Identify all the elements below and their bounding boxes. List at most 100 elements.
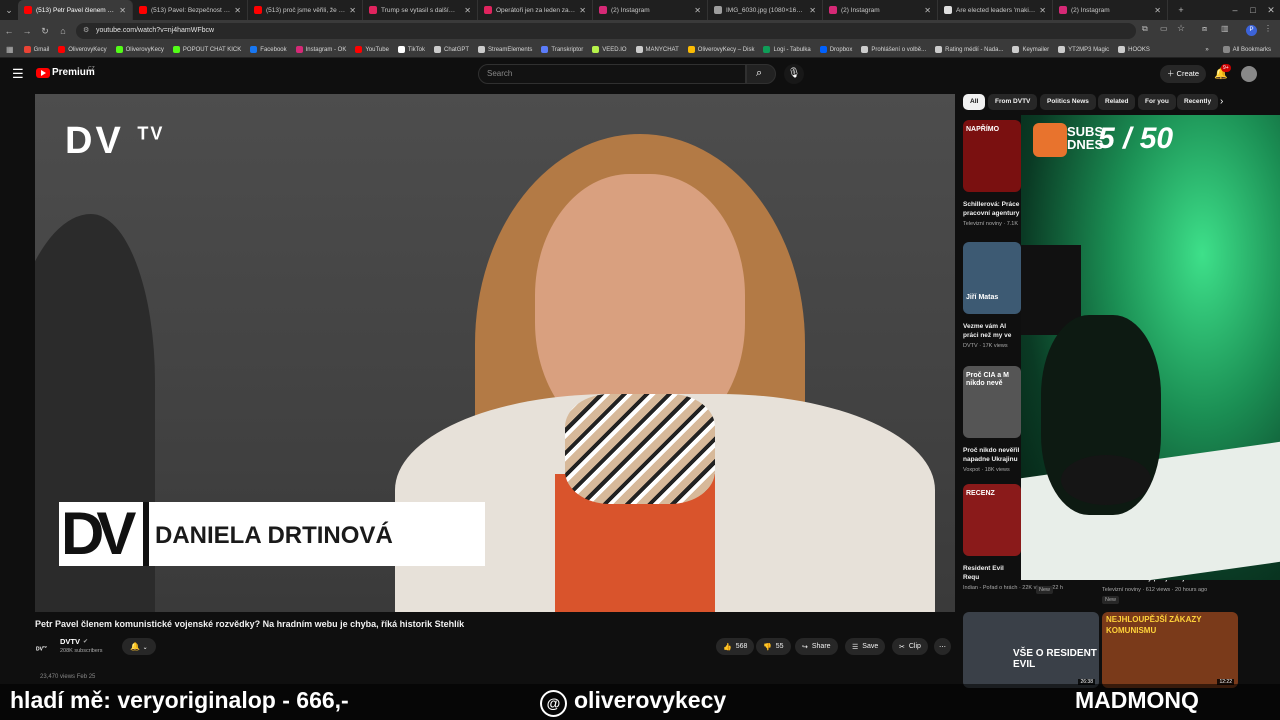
bookmark-item[interactable]: Prohlášení o volbě...: [861, 46, 926, 53]
bookmark-item[interactable]: StreamElements: [478, 46, 532, 53]
all-bookmarks[interactable]: All Bookmarks: [1222, 46, 1271, 53]
bookmark-item[interactable]: OliverovyKecy: [115, 46, 164, 53]
bookmark-item[interactable]: Facebook: [250, 46, 287, 53]
close-tab-icon[interactable]: ✕: [694, 6, 701, 15]
related-video-title[interactable]: Vezme vám AI práci než my ve všem. A: [963, 322, 1021, 340]
related-video-thumbnail[interactable]: Jiří Matas: [963, 242, 1021, 314]
bookmark-item[interactable]: Dropbox: [819, 46, 852, 53]
related-video-title[interactable]: Schillerová: Práce pracovní agentury: [963, 200, 1021, 218]
bookmark-star-icon[interactable]: ☆: [1177, 23, 1185, 34]
related-video-title[interactable]: Proč nikdo nevěřil napadne Ukrajinu: [963, 446, 1021, 464]
extensions-icon[interactable]: ⧈: [1202, 24, 1207, 34]
filter-chip[interactable]: For you: [1138, 94, 1176, 110]
more-actions-icon[interactable]: ⋯: [934, 638, 951, 655]
site-info-icon[interactable]: ⚙: [83, 23, 89, 39]
clip-button[interactable]: ✂ Clip: [892, 638, 928, 655]
related-video-thumbnail[interactable]: VŠE O RESIDENT EVIL 26:38: [963, 612, 1099, 688]
bookmark-item[interactable]: Instagram - OK: [295, 46, 346, 53]
create-button[interactable]: ＋ Create: [1160, 65, 1206, 83]
bookmark-item[interactable]: HOOKS: [1118, 46, 1150, 53]
filter-chip[interactable]: All: [963, 94, 986, 110]
filter-chip[interactable]: From DVTV: [988, 94, 1038, 110]
sidepanel-icon[interactable]: ▥: [1221, 24, 1229, 33]
browser-tab[interactable]: Trump se vytasil s dalším term ✕: [363, 0, 478, 20]
account-avatar[interactable]: [1241, 66, 1257, 82]
browser-tab[interactable]: Are elected leaders 'making t ✕: [938, 0, 1053, 20]
related-video-thumbnail[interactable]: NEJHLOUPĚJŠÍ ZÁKAZY KOMUNISMU 12:22: [1102, 612, 1238, 688]
new-tab-icon[interactable]: +: [1172, 5, 1190, 15]
close-tab-icon[interactable]: ✕: [924, 6, 931, 15]
browser-tab[interactable]: Operátoři jen za leden zablok ✕: [478, 0, 593, 20]
bookmark-item[interactable]: POPOUT CHAT KICK: [172, 46, 241, 53]
search-input[interactable]: Search: [478, 64, 746, 84]
chips-next-icon[interactable]: ›: [1220, 96, 1223, 107]
related-video-thumbnail[interactable]: NAPŘÍMO: [963, 120, 1021, 192]
related-video-thumbnail[interactable]: RECENZ: [963, 484, 1021, 556]
filter-chip[interactable]: Recently: [1177, 94, 1219, 110]
more-bookmarks-icon[interactable]: »: [1205, 47, 1208, 53]
bookmark-item[interactable]: OliverovyKecy: [58, 46, 107, 53]
close-tab-icon[interactable]: ✕: [234, 6, 241, 15]
bell-icon: 🔔: [130, 642, 141, 651]
related-video-thumbnail[interactable]: Proč CIA a M nikdo nevě: [963, 366, 1021, 438]
filter-chip[interactable]: Politics News: [1040, 94, 1096, 110]
browser-tab[interactable]: (513) proč jsme věřili, že v ro ✕: [248, 0, 363, 20]
close-window-icon[interactable]: ✕: [1262, 5, 1280, 16]
maximize-icon[interactable]: □: [1244, 5, 1262, 15]
browser-tab[interactable]: IMG_6030.jpg (1080×1620) ✕: [708, 0, 823, 20]
share-button[interactable]: ↪ Share: [795, 638, 838, 655]
like-button[interactable]: 👍 568: [716, 638, 755, 655]
bookmark-favicon-icon: [115, 46, 123, 53]
bookmark-item[interactable]: Gmail: [23, 46, 49, 53]
bookmark-item[interactable]: VEED.IO: [592, 46, 627, 53]
close-tab-icon[interactable]: ✕: [349, 6, 356, 15]
close-tab-icon[interactable]: ✕: [1154, 6, 1161, 15]
browser-menu-icon[interactable]: ⋮: [1264, 24, 1272, 33]
dislike-button[interactable]: 👎 55: [756, 638, 791, 655]
tab-menu-icon[interactable]: ⌄: [0, 5, 18, 16]
bookmark-item[interactable]: YT2MP3 Magic: [1058, 46, 1109, 53]
close-tab-icon[interactable]: ✕: [464, 6, 471, 15]
hamburger-menu-icon[interactable]: ☰: [12, 66, 24, 82]
related-video-title[interactable]: Resident Evil Requ: [963, 564, 1021, 582]
apps-icon[interactable]: ▦: [6, 45, 14, 54]
bookmark-item[interactable]: OliverovyKecy – Disk: [687, 46, 754, 53]
voice-search-icon[interactable]: 🎙: [784, 64, 804, 84]
close-tab-icon[interactable]: ✕: [1039, 6, 1046, 15]
video-player[interactable]: DV TV DV DANIELA DRTINOVÁ: [35, 94, 955, 612]
close-tab-icon[interactable]: ✕: [579, 6, 586, 15]
bookmark-item[interactable]: Rating médií - Nada...: [935, 46, 1003, 53]
browser-tab[interactable]: (2) Instagram ✕: [593, 0, 708, 20]
bookmark-item[interactable]: ChatGPT: [434, 46, 469, 53]
save-button[interactable]: ☰ Save: [845, 638, 886, 655]
browser-tab[interactable]: (513) Pavel: Bezpečnost je od ✕: [133, 0, 248, 20]
browser-tab[interactable]: (2) Instagram ✕: [1053, 0, 1168, 20]
subscription-bell-button[interactable]: 🔔 ⌄: [122, 638, 156, 655]
forward-icon[interactable]: →: [18, 26, 36, 36]
home-icon[interactable]: ⌂: [54, 26, 72, 36]
filter-chip[interactable]: Related: [1098, 94, 1136, 110]
bookmark-item[interactable]: Transkriptor: [541, 46, 583, 53]
bookmark-item[interactable]: MANYCHAT: [635, 46, 679, 53]
subs-counter: 5 / 50: [1098, 122, 1174, 155]
search-button[interactable]: ⌕: [746, 64, 776, 84]
bookmark-item[interactable]: Keymailer: [1012, 46, 1049, 53]
minimize-icon[interactable]: –: [1226, 5, 1244, 15]
bookmark-item[interactable]: YouTube: [355, 46, 389, 53]
close-tab-icon[interactable]: ✕: [809, 6, 816, 15]
translate-icon[interactable]: ⧉: [1142, 24, 1148, 34]
browser-tab[interactable]: (513) Petr Pavel členem komu ✕: [18, 0, 133, 20]
cast-icon[interactable]: ▭: [1160, 24, 1168, 33]
reload-icon[interactable]: ↻: [36, 26, 54, 37]
close-tab-icon[interactable]: ✕: [119, 6, 126, 15]
back-icon[interactable]: ←: [0, 26, 18, 36]
channel-name[interactable]: DVTV: [60, 637, 80, 646]
youtube-logo-icon[interactable]: [36, 68, 50, 78]
bookmark-item[interactable]: Logi - Tabulka: [763, 46, 811, 53]
url-field[interactable]: ⚙ youtube.com/watch?v=nj4hamWFbcw: [76, 23, 1136, 39]
browser-tab[interactable]: (2) Instagram ✕: [823, 0, 938, 20]
profile-avatar[interactable]: P: [1246, 25, 1257, 36]
channel-avatar[interactable]: DVTV: [36, 640, 54, 654]
bookmark-item[interactable]: TikTok: [397, 46, 425, 53]
video-title: Petr Pavel členem komunistické vojenské …: [35, 619, 465, 629]
